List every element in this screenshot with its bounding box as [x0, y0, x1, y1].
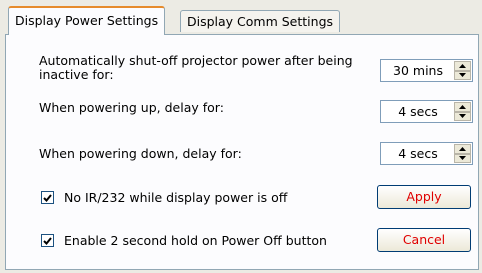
power-down-spinner[interactable]: 4 secs	[380, 142, 473, 165]
checkmark-icon	[43, 193, 52, 202]
cancel-button[interactable]: Cancel	[377, 228, 471, 252]
checkmark-icon	[43, 236, 52, 245]
shutoff-up-button[interactable]	[454, 61, 471, 71]
triangle-down-icon	[459, 73, 466, 78]
power-up-up-button[interactable]	[454, 102, 471, 112]
shutoff-spinner[interactable]: 30 mins	[380, 59, 473, 82]
no-ir-checkbox-label: No IR/232 while display power is off	[64, 190, 288, 205]
hold-power-off-checkbox-label: Enable 2 second hold on Power Off button	[64, 233, 327, 248]
shutoff-value[interactable]: 30 mins	[381, 60, 455, 81]
triangle-down-icon	[459, 156, 466, 161]
power-down-value[interactable]: 4 secs	[381, 143, 455, 164]
power-up-spinner[interactable]: 4 secs	[380, 100, 473, 123]
tab-display-power-settings[interactable]: Display Power Settings	[8, 6, 166, 35]
no-ir-checkbox[interactable]	[41, 191, 54, 204]
triangle-up-icon	[459, 63, 466, 68]
no-ir-checkbox-row[interactable]: No IR/232 while display power is off	[41, 190, 287, 205]
power-up-label: When powering up, delay for:	[39, 100, 224, 115]
shutoff-label-line2: inactive for:	[39, 67, 114, 82]
power-up-value[interactable]: 4 secs	[381, 101, 455, 122]
power-down-label: When powering down, delay for:	[39, 146, 242, 161]
triangle-up-icon	[459, 104, 466, 109]
shutoff-down-button[interactable]	[454, 70, 471, 80]
shutoff-label-line1: Automatically shut-off projector power a…	[39, 53, 353, 68]
hold-power-off-checkbox-row[interactable]: Enable 2 second hold on Power Off button	[41, 233, 327, 248]
power-down-down-button[interactable]	[454, 153, 471, 163]
tab-display-comm-settings[interactable]: Display Comm Settings	[180, 10, 341, 32]
power-up-down-button[interactable]	[454, 111, 471, 121]
triangle-down-icon	[459, 114, 466, 119]
triangle-up-icon	[459, 146, 466, 151]
settings-panel: Automatically shut-off projector power a…	[5, 34, 479, 270]
hold-power-off-checkbox[interactable]	[41, 234, 54, 247]
apply-button[interactable]: Apply	[377, 185, 471, 209]
power-down-up-button[interactable]	[454, 144, 471, 154]
